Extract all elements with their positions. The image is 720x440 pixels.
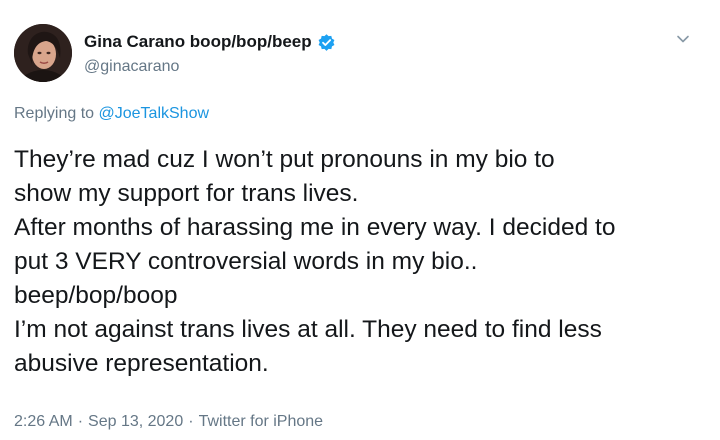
meta-separator: · (77, 413, 84, 430)
tweet-text-line: abusive representation. (14, 350, 269, 377)
verified-badge-icon (317, 33, 336, 52)
avatar-image (14, 24, 72, 82)
tweet-text-line: After months of harassing me in every wa… (14, 214, 616, 241)
reply-context: Replying to @JoeTalkShow (14, 105, 209, 123)
avatar[interactable] (14, 24, 72, 82)
name-row: Gina Carano boop/bop/beep (84, 30, 336, 54)
display-name[interactable]: Gina Carano boop/bop/beep (84, 32, 312, 52)
tweet-text-line: put 3 VERY controversial words in my bio… (14, 248, 478, 275)
chevron-down-icon[interactable] (674, 30, 692, 48)
user-identity: Gina Carano boop/bop/beep @ginacarano (84, 30, 336, 76)
tweet-card: Gina Carano boop/bop/beep @ginacarano Re… (0, 0, 720, 440)
tweet-text-line: show my support for trans lives. (14, 180, 359, 207)
tweet-text: They’re mad cuz I won’t put pronouns in … (14, 143, 714, 381)
tweet-text-line: They’re mad cuz I won’t put pronouns in … (14, 146, 555, 173)
meta-separator: · (188, 413, 194, 430)
tweet-date[interactable]: Sep 13, 2020 (88, 413, 183, 430)
tweet-time[interactable]: 2:26 AM (14, 413, 73, 430)
tweet-text-line: I’m not against trans lives at all. They… (14, 316, 602, 343)
user-handle[interactable]: @ginacarano (84, 58, 336, 76)
tweet-source[interactable]: Twitter for iPhone (199, 413, 324, 430)
tweet-text-line: beep/bop/boop (14, 282, 178, 309)
tweet-metadata: 2:26 AM · Sep 13, 2020 · Twitter for iPhone (14, 413, 323, 431)
reply-prefix: Replying to (14, 105, 95, 122)
reply-to-link[interactable]: @JoeTalkShow (99, 105, 210, 122)
